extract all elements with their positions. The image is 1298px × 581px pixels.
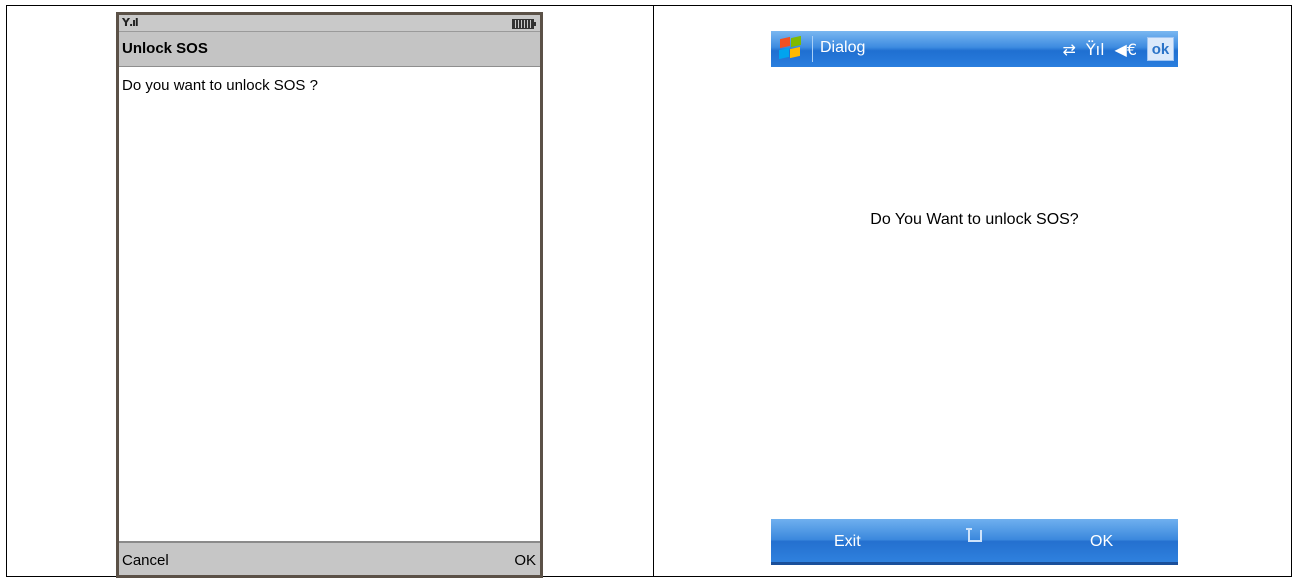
ok-button[interactable]: ok <box>1147 37 1174 61</box>
signal-icon[interactable]: Ÿıl <box>1086 40 1105 59</box>
j2me-phone-screen: Υ.ıl Unlock SOS Do you want to unlock SO… <box>116 12 543 578</box>
window-title: Dialog <box>820 39 866 56</box>
title-separator <box>812 36 813 62</box>
title-bar: Dialog ⇄ Ÿıl ◀€ ok <box>771 31 1178 67</box>
status-icons: ⇄ Ÿıl ◀€ ok <box>1062 36 1174 62</box>
connectivity-icon[interactable]: ⇄ <box>1062 40 1075 59</box>
input-panel-icon[interactable] <box>966 528 982 542</box>
column-divider <box>653 5 654 577</box>
screen-title: Unlock SOS <box>119 32 540 67</box>
status-bar: Υ.ıl <box>119 15 540 32</box>
windows-start-icon[interactable] <box>777 35 803 61</box>
speaker-icon[interactable]: ◀€ <box>1115 40 1137 59</box>
dialog-message: Do you want to unlock SOS ? <box>122 77 318 94</box>
signal-strength-icon: Υ.ıl <box>122 16 139 29</box>
windows-mobile-screen: Dialog ⇄ Ÿıl ◀€ ok Do You Want to unlock… <box>771 31 1178 565</box>
ok-softkey[interactable]: OK <box>514 552 536 569</box>
cancel-softkey[interactable]: Cancel <box>122 552 169 569</box>
exit-softkey[interactable]: Exit <box>834 533 861 551</box>
battery-icon <box>512 19 536 29</box>
ok-softkey[interactable]: OK <box>1090 533 1113 551</box>
softkey-bar: Cancel OK <box>119 541 540 575</box>
menu-bar: Exit OK <box>771 519 1178 565</box>
dialog-message: Do You Want to unlock SOS? <box>870 211 1079 228</box>
